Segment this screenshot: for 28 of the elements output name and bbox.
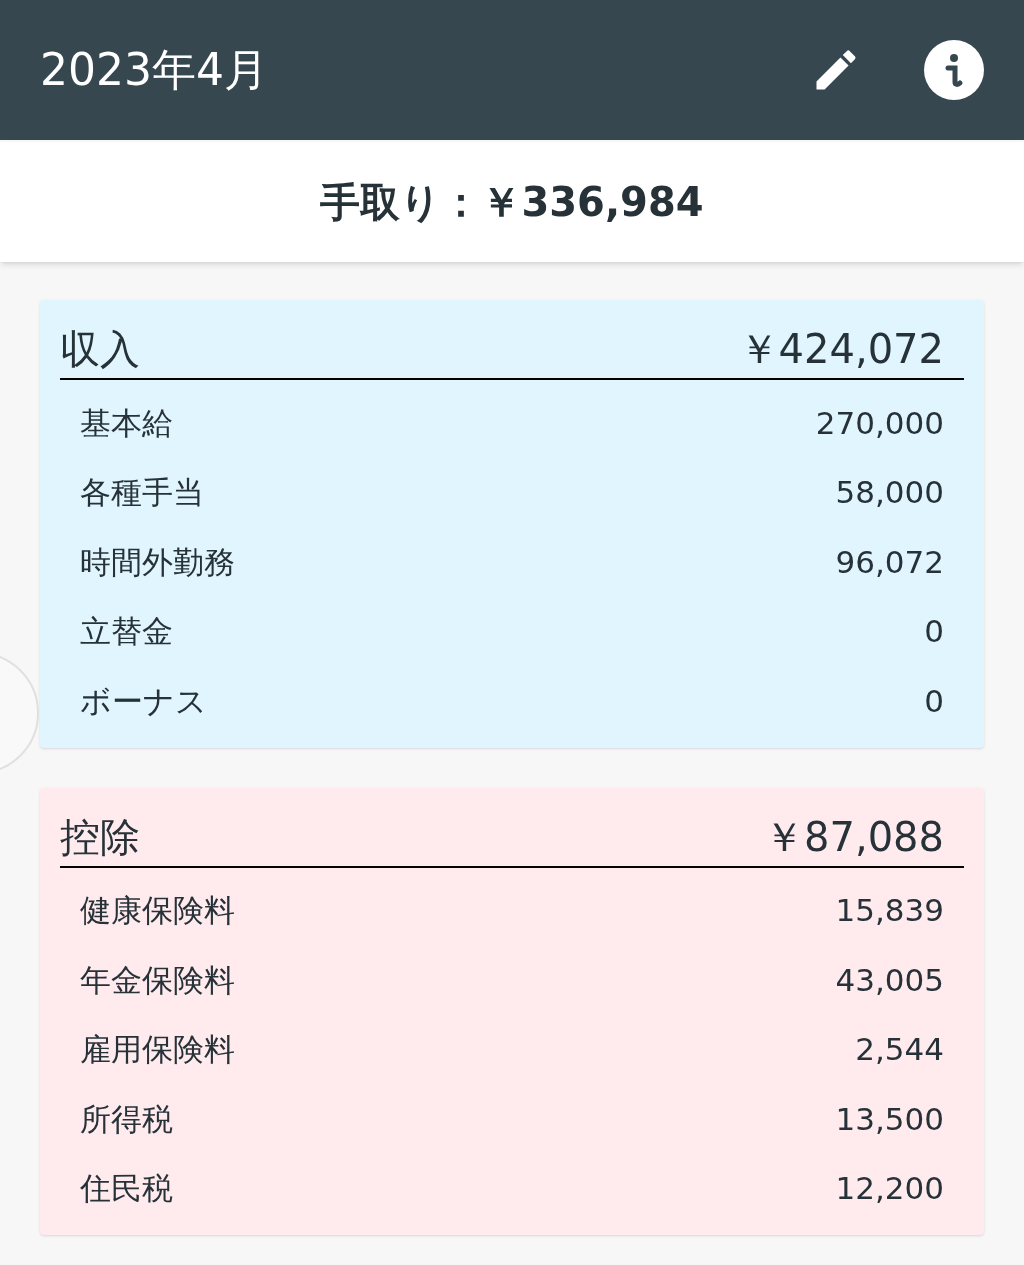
item-label: 基本給 xyxy=(80,403,173,443)
item-label: 所得税 xyxy=(80,1099,173,1139)
item-value: 0 xyxy=(924,681,944,721)
month-title: 2023年4月 xyxy=(40,43,269,97)
section-title: 収入 xyxy=(60,325,140,374)
net-pay-text: 手取り：￥336,984 xyxy=(320,178,704,227)
item-value: 2,544 xyxy=(855,1030,944,1069)
section-total: ￥87,088 xyxy=(764,812,944,862)
section-total: ￥424,072 xyxy=(738,325,944,374)
item-value: 43,005 xyxy=(835,960,944,1000)
info-button[interactable] xyxy=(924,40,984,100)
item-label: 雇用保険料 xyxy=(80,1030,235,1069)
item-value: 58,000 xyxy=(835,473,944,512)
item-label: 健康保険料 xyxy=(80,891,235,930)
item-value: 0 xyxy=(924,612,944,651)
section-title: 控除 xyxy=(60,812,140,862)
item-value: 13,500 xyxy=(835,1099,944,1139)
item-label: 立替金 xyxy=(80,612,173,651)
item-label: 年金保険料 xyxy=(80,960,235,1000)
item-value: 15,839 xyxy=(835,891,944,930)
info-icon xyxy=(924,40,984,100)
item-value: 270,000 xyxy=(815,403,944,443)
item-label: 住民税 xyxy=(80,1169,173,1208)
item-label: 時間外勤務 xyxy=(80,542,235,582)
item-value: 12,200 xyxy=(835,1169,944,1208)
item-label: 各種手当 xyxy=(80,473,204,512)
item-label: ボーナス xyxy=(80,681,207,721)
item-value: 96,072 xyxy=(835,542,944,582)
